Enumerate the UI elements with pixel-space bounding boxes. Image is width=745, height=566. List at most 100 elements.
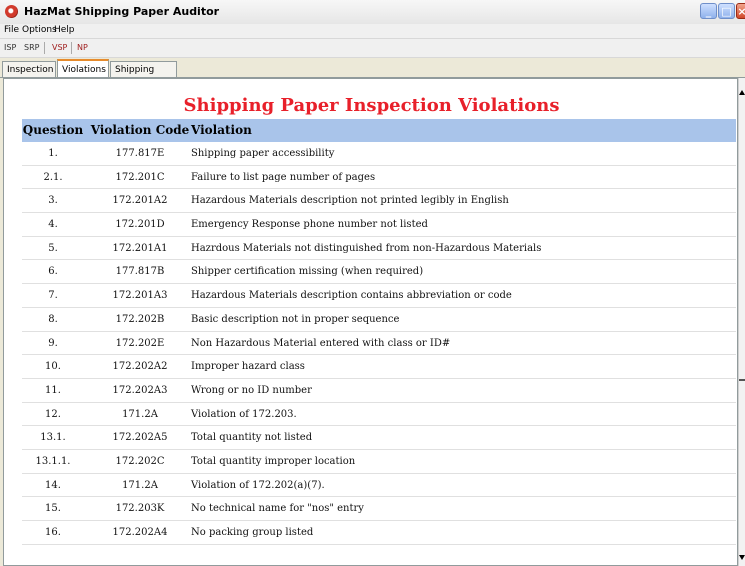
question-cell: 11.: [45, 384, 61, 396]
violation-cell: Hazardous Materials description not prin…: [191, 195, 509, 207]
tab-inspection[interactable]: Inspection: [2, 61, 56, 77]
table-row[interactable]: 12. 171.2A Violation of 172.203.: [22, 403, 736, 427]
table-row[interactable]: 11. 172.202A3 Wrong or no ID number: [22, 379, 736, 403]
table-row[interactable]: 8. 172.202B Basic description not in prope…: [22, 308, 736, 332]
tab-violations[interactable]: Violations: [57, 59, 109, 77]
maximize-button[interactable]: □: [718, 3, 735, 19]
menu-file[interactable]: File: [4, 25, 19, 35]
code-cell: 172.201A1: [112, 242, 168, 254]
column-header-violation-code: Violation Code: [90, 123, 190, 137]
question-cell: 2.1.: [43, 171, 63, 183]
table-row[interactable]: 16. 172.202A4 No packing group listed: [22, 521, 736, 545]
page-title: Shipping Paper Inspection Violations: [183, 95, 560, 116]
tab-strip: Inspection Violations Shipping Paper: [0, 58, 745, 91]
toolbar-srp-button[interactable]: SRP: [22, 41, 41, 54]
question-cell: 16.: [45, 527, 61, 538]
close-button[interactable]: ×: [736, 3, 745, 19]
code-cell: 172.201A2: [112, 195, 168, 207]
question-cell: 13.1.1.: [35, 455, 71, 467]
code-cell: 172.202E: [115, 337, 165, 349]
question-cell: 3.: [48, 195, 58, 207]
violations-panel: Shipping Paper Inspection Violations Que…: [3, 78, 738, 566]
violation-cell: Wrong or no ID number: [191, 384, 312, 396]
question-cell: 1.: [48, 148, 58, 159]
code-cell: 172.202A5: [112, 432, 168, 444]
menu-help[interactable]: Help: [54, 25, 75, 35]
code-cell: 177.817E: [115, 148, 165, 159]
table-header: Question Violation Code Violation: [22, 119, 736, 142]
toolbar: ISP SRP VSP NP: [0, 39, 745, 58]
question-cell: 6.: [48, 266, 58, 278]
table-row[interactable]: 10. 172.202A2 Improper hazard class: [22, 355, 736, 379]
code-cell: 172.202A2: [112, 361, 168, 373]
violation-cell: Shipping paper accessibility: [191, 148, 335, 159]
table-row[interactable]: 6. 177.817B Shipper certification missing …: [22, 260, 736, 285]
violation-cell: Hazardous Materials description contains…: [191, 290, 512, 302]
violation-cell: Total quantity improper location: [191, 455, 356, 467]
violation-cell: Shipper certification missing (when requ…: [191, 266, 424, 278]
violation-cell: Improper hazard class: [191, 361, 305, 373]
menu-options[interactable]: Options: [22, 25, 57, 35]
column-header-violation: Violation: [191, 123, 252, 137]
code-cell: 172.201C: [115, 171, 165, 183]
question-cell: 9.: [48, 337, 58, 349]
toolbar-vsp-button[interactable]: VSP: [50, 41, 69, 54]
code-cell: 177.817B: [115, 266, 165, 278]
violation-cell: Emergency Response phone number not list…: [191, 219, 428, 231]
toolbar-isp-button[interactable]: ISP: [2, 41, 18, 54]
code-cell: 172.202C: [115, 455, 165, 467]
violation-cell: Total quantity not listed: [191, 432, 313, 444]
table-row[interactable]: 7. 172.201A3 Hazardous Materials descripti…: [22, 284, 736, 308]
question-cell: 10.: [45, 361, 61, 373]
violations-table: Question Violation Code Violation 1. 177.…: [22, 119, 736, 545]
code-cell: 172.201A3: [112, 290, 168, 302]
violation-cell: Violation of 172.202(a)(7).: [191, 479, 325, 491]
table-row[interactable]: 1. 177.817E Shipping paper accessibility: [22, 142, 736, 166]
table-body: 1. 177.817E Shipping paper accessibility 2.…: [22, 142, 736, 545]
vertical-scrollbar[interactable]: [738, 78, 745, 566]
code-cell: 172.202A4: [112, 527, 168, 538]
table-row[interactable]: 14. 171.2A Violation of 172.202(a)(7).: [22, 474, 736, 498]
question-cell: 7.: [48, 290, 58, 302]
table-row[interactable]: 13.1. 172.202A5 Total quantity not listed: [22, 426, 736, 450]
violation-cell: No technical name for "nos" entry: [191, 503, 364, 515]
violation-cell: Non Hazardous Material entered with clas…: [191, 337, 451, 349]
window-title: HazMat Shipping Paper Auditor: [24, 5, 220, 18]
question-cell: 13.1.: [40, 432, 66, 444]
question-cell: 4.: [48, 219, 58, 231]
scroll-up-arrow-icon[interactable]: [739, 90, 745, 95]
table-row[interactable]: 15. 172.203K No technical name for "nos" e…: [22, 497, 736, 521]
code-cell: 172.203K: [115, 503, 165, 515]
app-logo-icon: [5, 5, 18, 18]
question-cell: 12.: [45, 408, 61, 420]
violation-cell: Basic description not in proper sequence: [191, 313, 400, 325]
table-row[interactable]: 5. 172.201A1 Hazrdous Materials not distin…: [22, 237, 736, 261]
code-cell: 172.202B: [115, 313, 165, 325]
code-cell: 172.201D: [115, 219, 165, 231]
question-cell: 14.: [45, 479, 61, 491]
toolbar-separator: [71, 42, 72, 54]
column-header-question: Question: [22, 123, 84, 137]
scroll-thumb[interactable]: [739, 379, 745, 381]
menu-bar: File Options Help: [0, 24, 745, 39]
toolbar-np-button[interactable]: NP: [75, 41, 90, 54]
code-cell: 171.2A: [122, 408, 158, 420]
question-cell: 5.: [48, 242, 58, 254]
code-cell: 172.202A3: [112, 384, 168, 396]
toolbar-separator: [44, 42, 45, 54]
table-row[interactable]: 4. 172.201D Emergency Response phone numbe…: [22, 213, 736, 237]
minimize-button[interactable]: _: [700, 3, 717, 19]
violation-cell: Hazrdous Materials not distinguished fro…: [191, 242, 542, 254]
table-row[interactable]: 2.1. 172.201C Failure to list page number …: [22, 166, 736, 190]
table-row[interactable]: 9. 172.202E Non Hazardous Material entered…: [22, 332, 736, 356]
title-bar: HazMat Shipping Paper Auditor _ □ ×: [0, 0, 745, 25]
scroll-down-arrow-icon[interactable]: [739, 555, 745, 560]
question-cell: 8.: [48, 313, 58, 325]
table-row[interactable]: 3. 172.201A2 Hazardous Materials descripti…: [22, 189, 736, 214]
code-cell: 171.2A: [122, 479, 158, 491]
tab-shipping-paper[interactable]: Shipping Paper: [110, 61, 177, 91]
violation-cell: No packing group listed: [191, 527, 314, 538]
question-cell: 15.: [45, 503, 61, 515]
violation-cell: Violation of 172.203.: [191, 408, 297, 420]
table-row[interactable]: 13.1.1. 172.202C Total quantity improper l…: [22, 450, 736, 474]
